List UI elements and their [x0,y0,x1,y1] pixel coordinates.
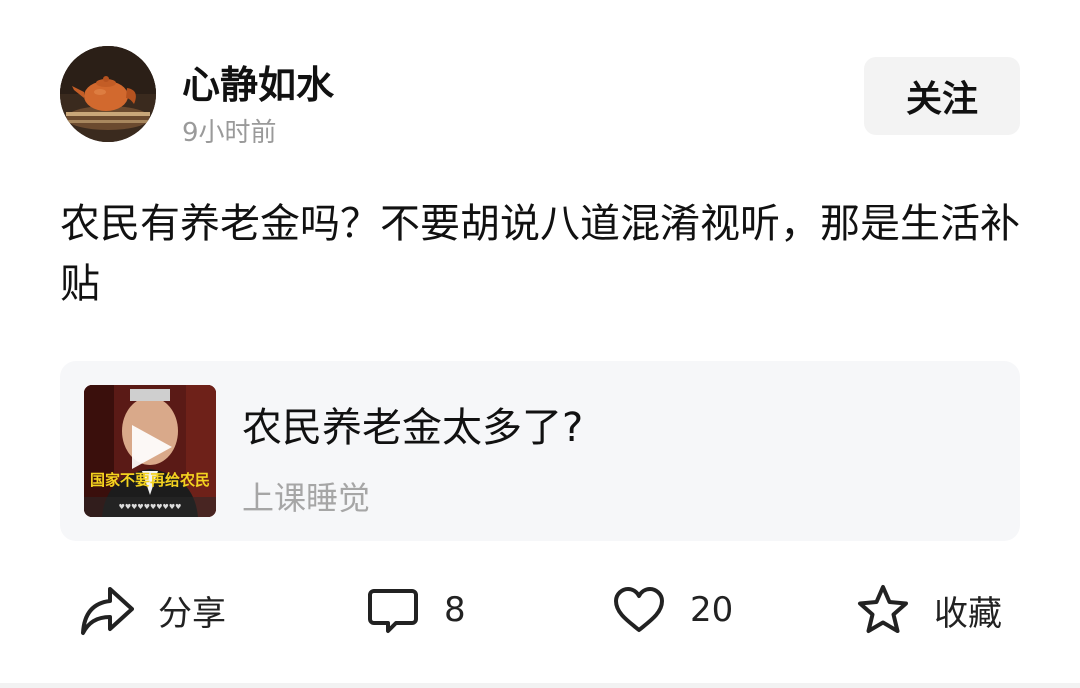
author-name[interactable]: 心静如水 [182,54,334,109]
heart-icon [614,587,664,632]
star-icon [858,585,908,633]
follow-button[interactable]: 关注 [864,57,1020,135]
share-button[interactable]: 分享 [80,570,226,650]
share-label: 分享 [158,593,226,634]
shared-video-card[interactable]: ♥♥♥♥♥♥♥♥♥♥ 国家不要再给农民 农民养老金太多了? 上课睡觉 [60,361,1020,541]
author-avatar[interactable] [60,46,156,142]
video-thumbnail[interactable]: ♥♥♥♥♥♥♥♥♥♥ 国家不要再给农民 [84,385,216,517]
play-icon[interactable] [124,421,176,473]
divider [0,683,1080,688]
favorite-label: 收藏 [934,593,1002,634]
comment-icon [368,589,418,633]
video-title[interactable]: 农民养老金太多了? [242,395,583,453]
comment-count: 8 [444,590,466,630]
post-text: 农民有养老金吗？不要胡说八道混淆视听，那是生活补贴 [60,201,1020,307]
share-icon [81,587,134,635]
post-header: 心静如水 9小时前 关注 [60,46,1020,148]
svg-text:♥♥♥♥♥♥♥♥♥♥: ♥♥♥♥♥♥♥♥♥♥ [119,503,182,511]
teapot-avatar-image [60,46,156,142]
like-button[interactable]: 20 [612,570,733,650]
comment-button[interactable]: 8 [366,570,466,650]
action-bar: 分享 8 20 收藏 [0,570,1080,650]
favorite-button[interactable]: 收藏 [856,570,1002,650]
video-author[interactable]: 上课睡觉 [242,473,370,519]
like-count: 20 [690,590,734,630]
post-time: 9小时前 [182,118,277,148]
